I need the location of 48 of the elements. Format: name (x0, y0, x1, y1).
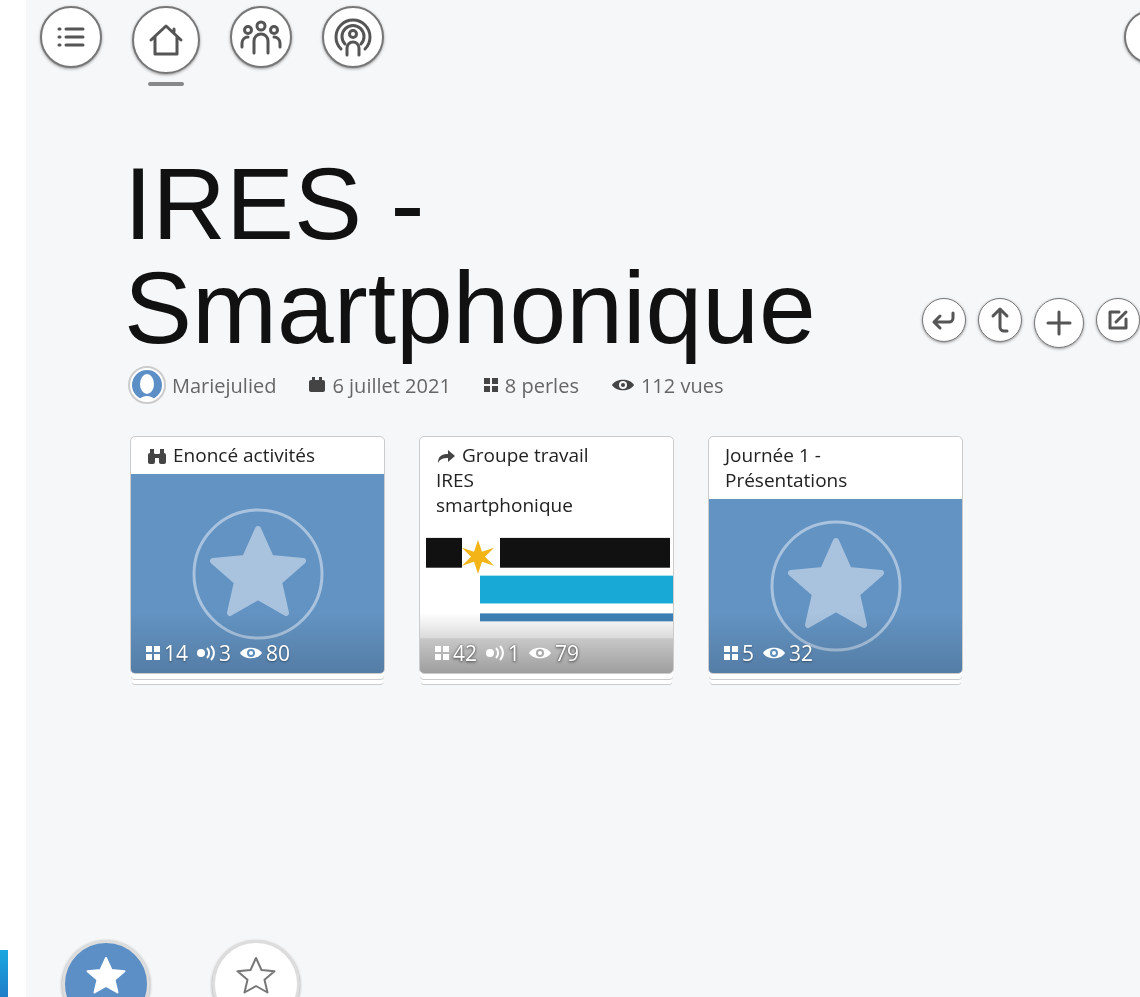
up-button[interactable] (978, 298, 1022, 342)
back-arrow-icon (931, 309, 957, 331)
eye-icon (610, 377, 635, 393)
grid-icon (434, 645, 450, 661)
nav-button[interactable] (40, 6, 102, 68)
sound-icon (485, 645, 505, 661)
card-title: Enoncé activités (131, 437, 384, 474)
card-title: Groupe travail IRES smartphonique (435, 441, 590, 520)
grid-icon (482, 377, 499, 393)
up-arrow-icon (989, 306, 1011, 334)
eye-icon (239, 645, 264, 661)
stat-count: 3 (219, 639, 232, 667)
menu-icon (57, 26, 85, 48)
card-title: Journée 1 - Présentations (722, 441, 849, 495)
eye-icon (528, 645, 553, 661)
pearl-count: 8 perles (504, 371, 579, 399)
home-icon (148, 23, 184, 57)
stat-count: 32 (789, 639, 814, 667)
nav-button[interactable] (322, 6, 384, 68)
people-icon (239, 19, 283, 55)
edit-icon (1107, 309, 1129, 331)
star-icon (84, 955, 128, 997)
avatar-icon (128, 366, 166, 404)
edit-button[interactable] (1096, 298, 1140, 342)
plus-icon (1045, 309, 1073, 337)
stat-count: 42 (453, 639, 477, 667)
stat-count: 14 (164, 639, 188, 667)
star-icon (234, 955, 278, 997)
sound-icon (196, 645, 216, 661)
stat-count: 1 (508, 639, 521, 667)
add-button[interactable] (1034, 298, 1084, 348)
author-name: Mariejulied (172, 371, 277, 399)
active-indicator (148, 82, 184, 86)
stat-count: 79 (555, 639, 580, 667)
date: 6 juillet 2021 (332, 371, 451, 399)
view-count: 112 vues (640, 371, 724, 399)
nav-button[interactable] (132, 6, 200, 74)
share-arrow-icon (436, 448, 456, 464)
grid-icon (145, 645, 161, 661)
calendar-icon (308, 377, 327, 393)
star-emblem-icon (190, 506, 325, 641)
stat-count: 5 (742, 639, 754, 667)
binoculars-icon (147, 448, 167, 464)
back-button[interactable] (922, 298, 966, 342)
eye-icon (762, 645, 786, 661)
stat-count: 80 (266, 639, 291, 667)
grid-icon (723, 645, 739, 661)
nav-button[interactable] (230, 6, 292, 68)
